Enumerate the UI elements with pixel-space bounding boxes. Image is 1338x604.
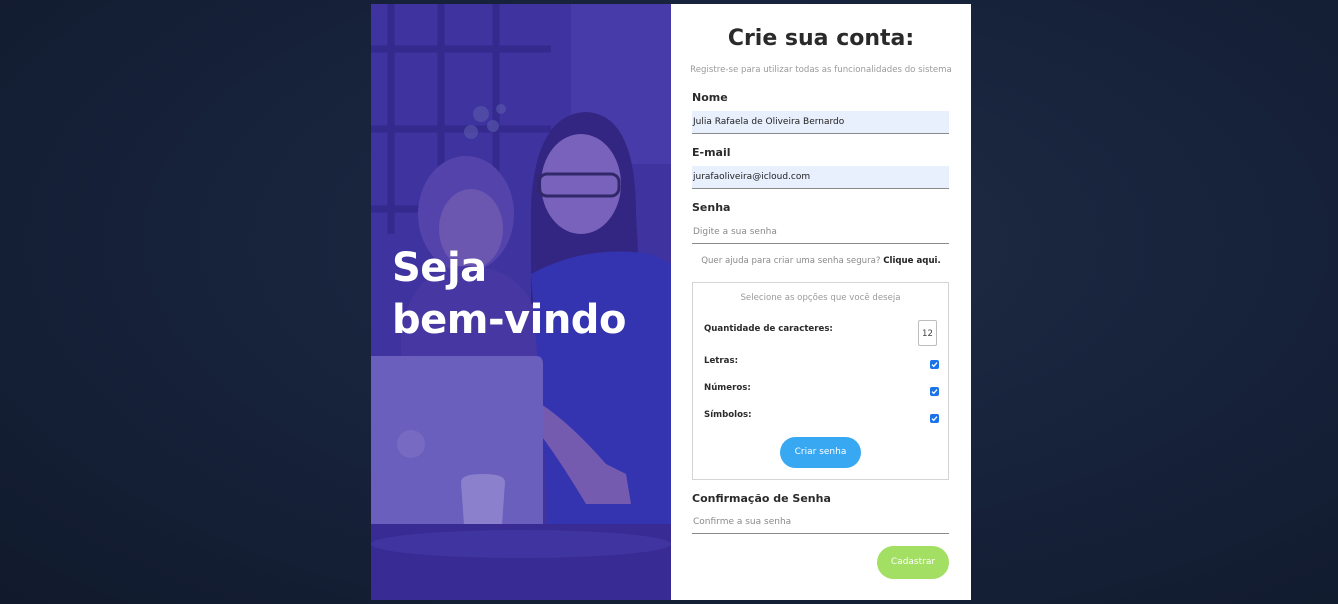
form-subtitle: Registre-se para utilizar todas as funci… (690, 65, 952, 75)
password-generator-box: Selecione as opções que você deseja Quan… (692, 282, 949, 480)
form-title: Crie sua conta: (727, 26, 915, 51)
length-number-input[interactable]: 12 (918, 320, 937, 346)
password-label: Senha (692, 201, 731, 214)
register-button[interactable]: Cadastrar (877, 546, 949, 579)
checkmark-icon (931, 416, 938, 422)
numbers-label: Números: (704, 383, 751, 393)
numbers-checkbox[interactable] (930, 387, 939, 396)
length-label: Quantidade de caracteres: (704, 324, 833, 334)
create-password-button[interactable]: Criar senha (780, 437, 861, 468)
email-label: E-mail (692, 146, 731, 159)
password-input[interactable]: Digite a sua senha (692, 221, 949, 244)
symbols-label: Símbolos: (704, 410, 752, 420)
checkmark-icon (931, 362, 938, 368)
welcome-line-2: bem-vindo (392, 297, 626, 343)
welcome-line-1: Seja (392, 245, 487, 291)
checkmark-icon (931, 389, 938, 395)
letters-checkbox[interactable] (930, 360, 939, 369)
password-help-text: Quer ajuda para criar uma senha segura? (701, 256, 881, 266)
signup-form: Crie sua conta: Registre-se para utiliza… (671, 4, 971, 600)
letters-label: Letras: (704, 356, 739, 366)
welcome-heading: Seja bem-vindo (392, 242, 662, 346)
confirm-password-input[interactable]: Confirme a sua senha (692, 511, 949, 534)
symbols-checkbox[interactable] (930, 414, 939, 423)
name-input[interactable]: Julia Rafaela de Oliveira Bernardo (692, 111, 949, 134)
name-label: Nome (692, 91, 728, 104)
hero-panel: Seja bem-vindo (371, 4, 671, 600)
generator-title: Selecione as opções que você deseja (740, 293, 901, 303)
signup-card: Seja bem-vindo Crie sua conta: Registre-… (371, 4, 971, 600)
password-help: Quer ajuda para criar uma senha segura? … (671, 256, 971, 266)
password-help-link[interactable]: Clique aqui. (883, 256, 941, 266)
email-input[interactable]: jurafaoliveira@icloud.com (692, 166, 949, 189)
confirm-password-label: Confirmação de Senha (692, 492, 831, 505)
